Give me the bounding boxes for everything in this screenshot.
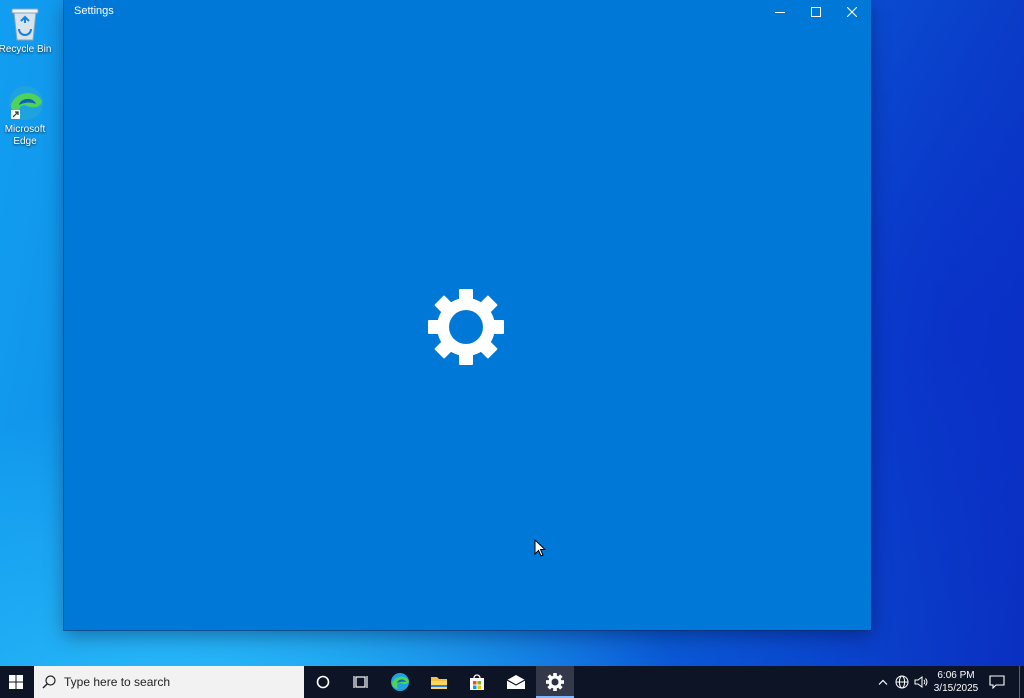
start-button[interactable]: [0, 666, 32, 698]
settings-window: Settings: [64, 0, 871, 630]
taskbar-store-button[interactable]: [458, 666, 496, 698]
taskbar-edge-button[interactable]: [381, 666, 419, 698]
taskbar-mail-button[interactable]: [497, 666, 535, 698]
taskbar: Type here to search 6:06 PM 3/15/2025: [0, 666, 1024, 698]
tray-network-button[interactable]: [893, 666, 911, 698]
taskbar-file-explorer-button[interactable]: [420, 666, 458, 698]
chevron-up-icon: [878, 679, 888, 685]
close-icon: [847, 7, 857, 17]
search-placeholder: Type here to search: [64, 675, 171, 689]
search-icon: [42, 675, 56, 689]
edge-icon: [9, 86, 43, 120]
minimize-icon: [775, 12, 785, 13]
desktop-icon-label: Microsoft Edge: [4, 124, 46, 147]
taskbar-task-view-button[interactable]: [342, 666, 380, 698]
mail-icon: [506, 675, 526, 689]
tray-show-hidden-button[interactable]: [875, 666, 891, 698]
gear-icon: [546, 673, 564, 691]
taskbar-clock[interactable]: 6:06 PM 3/15/2025: [928, 669, 984, 695]
network-globe-icon: [895, 675, 909, 689]
edge-icon: [391, 673, 409, 691]
circle-icon: [316, 675, 330, 689]
window-titlebar[interactable]: Settings: [64, 0, 871, 24]
show-desktop-button[interactable]: [1019, 666, 1020, 698]
store-icon: [470, 674, 484, 690]
windows-logo-icon: [9, 675, 23, 689]
maximize-icon: [811, 7, 821, 17]
desktop-icon-microsoft-edge[interactable]: Microsoft Edge: [0, 84, 53, 148]
volume-icon: [914, 676, 928, 688]
clock-date: 3/15/2025: [933, 683, 979, 694]
task-view-icon: [353, 676, 368, 688]
gear-icon: [428, 289, 504, 365]
clock-time: 6:06 PM: [937, 670, 975, 681]
taskbar-cortana-button[interactable]: [304, 666, 342, 698]
folder-icon: [431, 677, 447, 689]
mouse-cursor-icon: [534, 539, 546, 557]
maximize-button[interactable]: [798, 0, 834, 24]
minimize-button[interactable]: [762, 0, 798, 24]
notification-icon: [989, 675, 1005, 689]
desktop-icon-label: Recycle Bin: [0, 44, 52, 55]
desktop: Recycle Bin Microsoft Edge Settings Type…: [0, 0, 1024, 698]
taskbar-search-box[interactable]: Type here to search: [34, 666, 304, 698]
action-center-button[interactable]: [986, 666, 1008, 698]
window-title: Settings: [74, 5, 114, 17]
recycle-bin-icon: [11, 8, 39, 41]
taskbar-settings-button[interactable]: [536, 666, 574, 698]
close-button[interactable]: [834, 0, 870, 24]
desktop-icon-recycle-bin[interactable]: Recycle Bin: [0, 4, 53, 56]
